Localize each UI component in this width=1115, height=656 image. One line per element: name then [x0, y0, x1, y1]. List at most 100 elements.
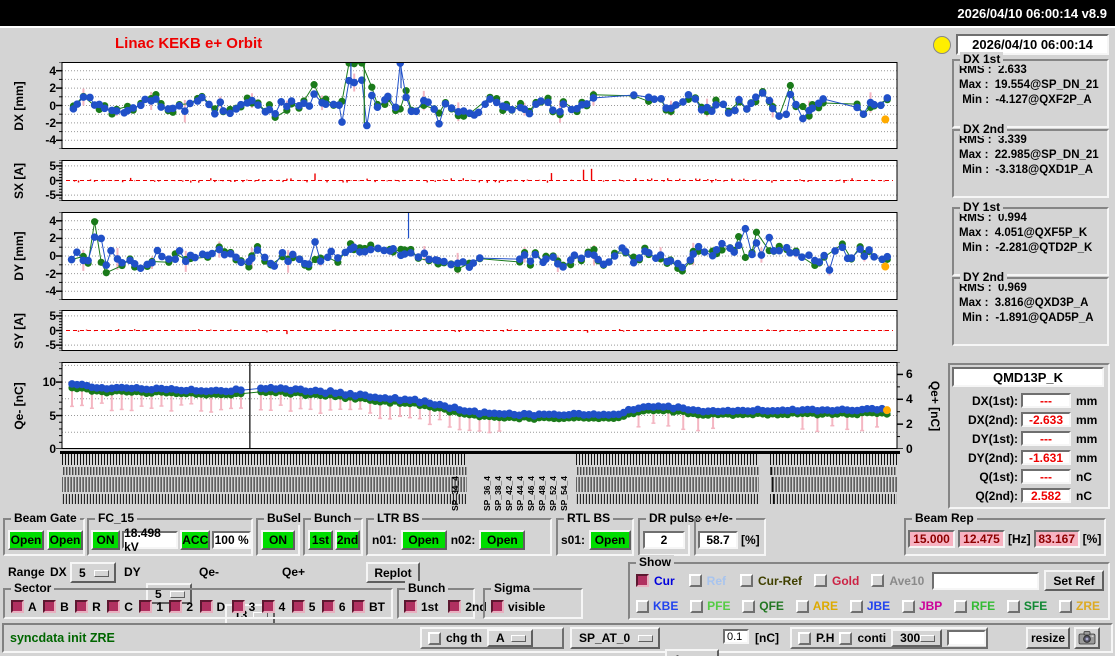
- resize-button[interactable]: resize: [1026, 627, 1070, 649]
- window-titlebar: 2026/04/10 06:00:14 v8.9: [0, 0, 1115, 26]
- sector-checkbox-5[interactable]: [291, 600, 305, 613]
- epe-ratio-group: e+/e- 58.7 [%]: [694, 511, 766, 556]
- interval-combo[interactable]: 300: [891, 629, 942, 647]
- chg-th-group: chg th A: [420, 627, 564, 649]
- range-qep-label: Qe+: [282, 565, 306, 579]
- show-zre-checkbox[interactable]: [1058, 599, 1072, 613]
- count-field[interactable]: [947, 630, 986, 646]
- show-pfe-checkbox[interactable]: [690, 599, 704, 613]
- n02-label: n02:: [450, 533, 476, 547]
- qmd-value: -1.631: [1021, 450, 1071, 465]
- sy-steering-plot: SY [A] 5 0 -5: [0, 309, 940, 352]
- sector-checkbox-b[interactable]: [43, 600, 57, 613]
- fc15-acc-button[interactable]: ACC: [180, 530, 211, 550]
- busel-group: BuSel ON: [256, 511, 305, 556]
- sigma-group: Sigma visible: [483, 581, 583, 619]
- set-ref-button[interactable]: Set Ref: [1044, 570, 1104, 591]
- show-cur-ref-checkbox[interactable]: [740, 574, 754, 587]
- ltr-n02-open-button[interactable]: Open: [479, 530, 526, 550]
- fc15-on-button[interactable]: ON: [91, 530, 121, 550]
- threshold-field[interactable]: 0.1: [723, 629, 749, 644]
- chg-th-combo[interactable]: A: [487, 629, 533, 647]
- s01-label: s01:: [561, 533, 586, 547]
- dy-orbit-plot: DY [mm] 4 2 0 -2 -4: [0, 212, 940, 300]
- show-gold-checkbox[interactable]: [814, 574, 828, 587]
- sx-steering-plot: SX [A] 5 0 -5: [0, 159, 940, 202]
- range-dx-combo[interactable]: 5: [70, 562, 116, 583]
- qmd-row: DY(2nd): -1.631 mm: [968, 450, 1098, 465]
- status-lamp-icon: [933, 36, 951, 54]
- dr-pulse-group: DR pulse 2: [638, 511, 705, 556]
- sector-checkbox-c[interactable]: [107, 600, 121, 613]
- beam-rep-group: Beam Rep 15.000 12.475 [Hz] 83.167 [%]: [904, 511, 1106, 556]
- show-jbe-checkbox[interactable]: [849, 599, 863, 613]
- conti-checkbox[interactable]: [839, 631, 853, 645]
- show-qfe-checkbox[interactable]: [742, 599, 756, 613]
- qmd-value: 2.582: [1021, 488, 1071, 503]
- sector-checkbox-d[interactable]: [199, 600, 213, 613]
- qmd-value: ---: [1021, 431, 1071, 446]
- qmd-value: ---: [1021, 393, 1071, 408]
- epe-ratio-field[interactable]: 58.7: [698, 531, 738, 549]
- sector-checkbox-6[interactable]: [321, 600, 335, 613]
- n01-label: n01:: [372, 533, 397, 547]
- snapshot-button[interactable]: [1074, 627, 1100, 649]
- bunch-1st-checkbox[interactable]: [404, 600, 417, 613]
- bunch-2nd-button[interactable]: 2nd: [335, 530, 360, 550]
- hz-unit-label: [Hz]: [1008, 532, 1031, 546]
- show-ave10-checkbox[interactable]: [871, 574, 885, 587]
- chg-th-checkbox[interactable]: [428, 631, 441, 645]
- qmd-row: DY(1st): --- mm: [971, 431, 1098, 446]
- page-title: Linac KEKB e+ Orbit: [115, 35, 263, 52]
- qmd-row: Q(1st): --- nC: [979, 469, 1092, 484]
- range-label: Range: [8, 565, 45, 579]
- sector-checkbox-3[interactable]: [231, 600, 245, 613]
- rtl-bs-group: RTL BS s01: Open: [556, 511, 634, 556]
- bunch-select-group: Bunch 1st 2nd: [397, 581, 487, 619]
- fc15-kv-field[interactable]: 18.498 kV: [122, 526, 179, 554]
- qmd-value: ---: [1021, 469, 1071, 484]
- replot-button[interactable]: Replot: [366, 562, 420, 583]
- dy-2nd-stats: DY 2nd RMS : 0.969 Max : 3.816@QXD3P_A M…: [952, 270, 1109, 346]
- stat-row: Min : -2.281@QTD2P_K: [959, 242, 1093, 254]
- ph-checkbox[interactable]: [798, 631, 811, 645]
- rtl-s01-open-button[interactable]: Open: [589, 530, 632, 550]
- nc-unit-label: [nC]: [755, 631, 779, 645]
- fc15-percent-field[interactable]: 100 %: [212, 531, 252, 549]
- show-are-checkbox[interactable]: [795, 599, 809, 613]
- sector-checkbox-r[interactable]: [75, 600, 89, 613]
- ltr-n01-open-button[interactable]: Open: [400, 530, 447, 550]
- dx-1st-stats: DX 1st RMS : 2.633 Max : 19.554@SP_DN_21…: [952, 52, 1109, 128]
- sector-group: Sector A B R C 1 2 D 3 4 5 6 BT: [3, 581, 393, 619]
- stat-row: Max : 4.051@QXF5P_K: [959, 227, 1088, 239]
- beam-gate-open-button-2[interactable]: Open: [47, 530, 83, 550]
- show-kbe-checkbox[interactable]: [636, 599, 649, 613]
- range-qem-label: Qe-: [199, 565, 220, 579]
- ph-conti-group: P.H conti 300: [790, 627, 988, 649]
- show-jbp-checkbox[interactable]: [901, 599, 915, 613]
- ref-name-input[interactable]: [932, 571, 1039, 590]
- stat-row: Max : 19.554@SP_DN_21: [959, 79, 1099, 91]
- sector-checkbox-2[interactable]: [169, 600, 183, 613]
- show-rfe-checkbox[interactable]: [954, 599, 968, 613]
- ltr-bs-group: LTR BS n01: Open n02: Open: [366, 511, 552, 556]
- range-dy-label: DY: [124, 565, 141, 579]
- sector-checkbox-1[interactable]: [139, 600, 153, 613]
- qmd-monitor-name: QMD13P_K: [952, 367, 1104, 387]
- beam-gate-open-button-1[interactable]: Open: [8, 530, 44, 550]
- bunch-1st-button[interactable]: 1st: [308, 530, 333, 550]
- dr-pulse-field[interactable]: 2: [643, 531, 685, 549]
- sigma-visible-checkbox[interactable]: [491, 600, 504, 613]
- bunch-select-combo[interactable]: 1st: [665, 649, 719, 656]
- sector-checkbox-bt[interactable]: [351, 600, 365, 613]
- qmd-row: DX(1st): --- mm: [971, 393, 1098, 408]
- sp-select-combo[interactable]: SP_AT_0: [570, 627, 660, 649]
- bunch-2nd-checkbox[interactable]: [448, 600, 462, 613]
- sector-checkbox-4[interactable]: [261, 600, 275, 613]
- sector-checkbox-a[interactable]: [11, 600, 24, 613]
- busel-on-button[interactable]: ON: [261, 530, 295, 550]
- show-sfe-checkbox[interactable]: [1006, 599, 1020, 613]
- show-group: Show Cur Ref Cur-Ref Gold Ave10 Set Ref …: [628, 555, 1110, 620]
- show-ref-checkbox[interactable]: [688, 574, 702, 587]
- show-cur-checkbox[interactable]: [636, 574, 649, 587]
